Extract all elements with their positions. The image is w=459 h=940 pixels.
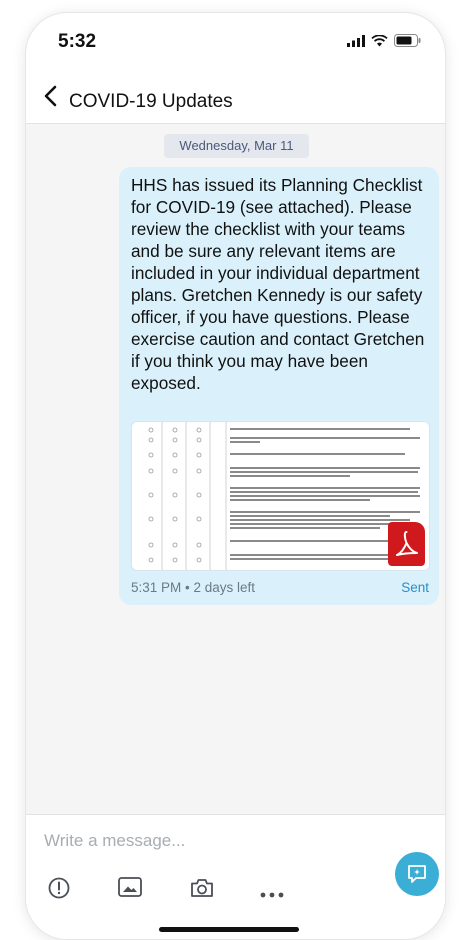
- status-time: 5:32: [58, 31, 97, 52]
- message-bubble[interactable]: HHS has issued its Planning Checklist fo…: [119, 167, 439, 605]
- status-icons: [347, 34, 421, 47]
- chat-action-button[interactable]: [395, 852, 439, 896]
- page-title: COVID-19 Updates: [69, 91, 233, 112]
- more-options-button[interactable]: [260, 885, 284, 903]
- composer: [26, 814, 445, 939]
- message-thread[interactable]: Wednesday, Mar 11 HHS has issued its Pla…: [26, 124, 445, 814]
- camera-button[interactable]: [190, 877, 214, 904]
- home-indicator[interactable]: [159, 927, 299, 932]
- alert-icon: [48, 877, 70, 899]
- pdf-icon: [388, 522, 425, 566]
- chevron-left-icon: [44, 85, 57, 107]
- status-bar: 5:32: [26, 13, 445, 67]
- back-button[interactable]: [36, 81, 66, 111]
- phone-frame: 5:32 COVID-19 Updates Wednesday, Mar 11 …: [25, 12, 446, 940]
- wifi-icon: [371, 34, 388, 46]
- delivery-status: Sent: [401, 580, 429, 595]
- pdf-attachment[interactable]: [131, 421, 430, 571]
- battery-icon: [394, 34, 421, 47]
- cellular-signal-icon: [347, 34, 365, 47]
- nav-bar: COVID-19 Updates: [26, 73, 445, 124]
- image-button[interactable]: [118, 877, 142, 902]
- message-text: HHS has issued its Planning Checklist fo…: [131, 175, 425, 393]
- document-preview: [132, 422, 429, 570]
- image-icon: [118, 877, 142, 897]
- message-input[interactable]: [42, 825, 376, 857]
- message-timestamp: 5:31 PM • 2 days left: [131, 580, 256, 595]
- alert-button[interactable]: [48, 877, 70, 904]
- more-icon: [260, 892, 284, 898]
- camera-icon: [191, 879, 213, 897]
- date-separator: Wednesday, Mar 11: [164, 134, 309, 158]
- chat-action-icon: [408, 865, 426, 883]
